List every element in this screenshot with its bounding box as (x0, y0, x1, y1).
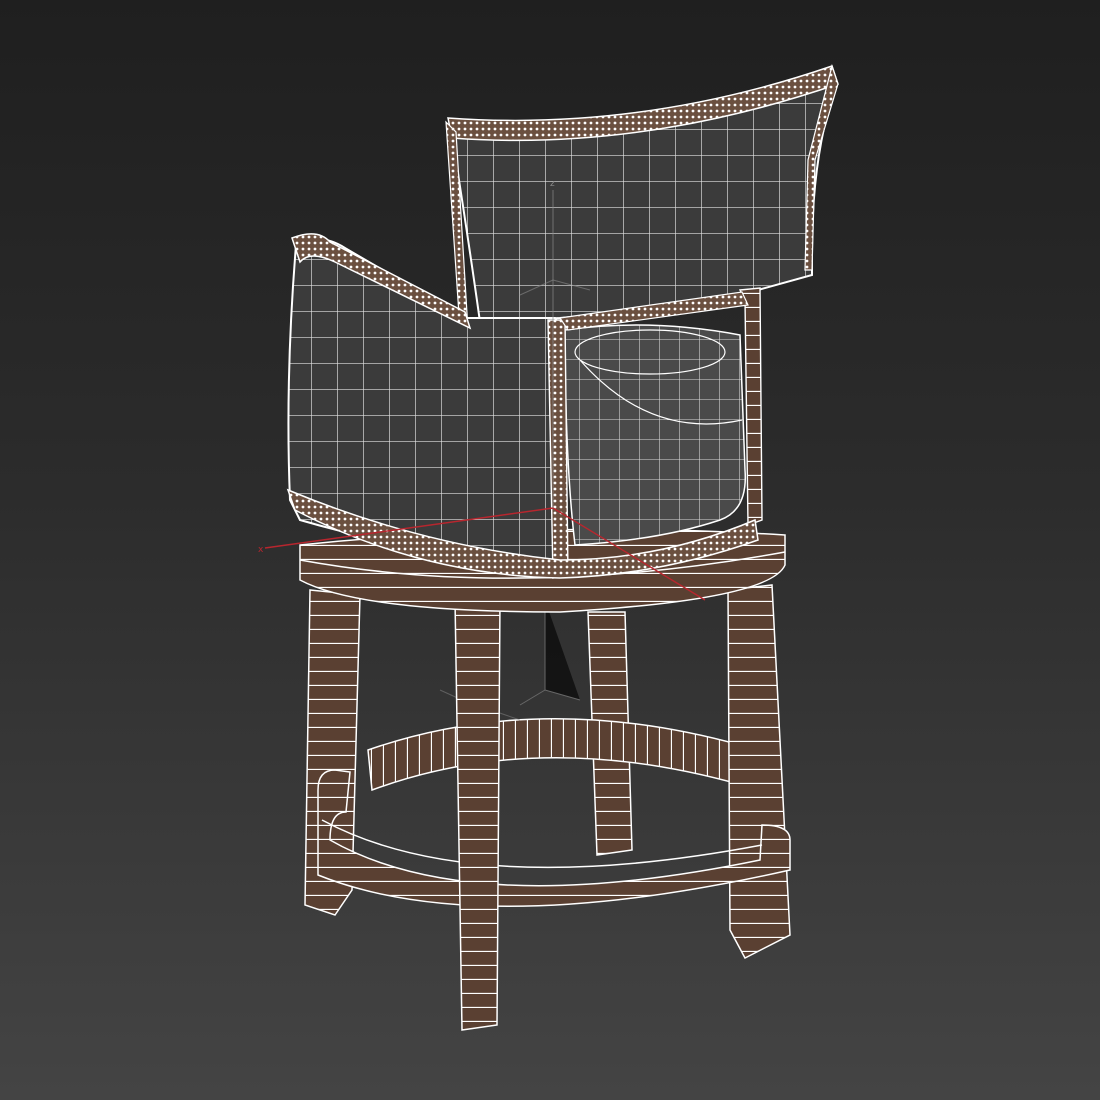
footrest-ring-back (367, 718, 743, 792)
gizmo-x-label: x (258, 545, 264, 555)
3d-viewport[interactable]: x z (0, 0, 1100, 1100)
chair-back-panel (445, 63, 839, 331)
gizmo-z-label: z (550, 179, 555, 189)
seat-cushion (564, 324, 747, 546)
footrest-ring-front (317, 769, 791, 908)
front-center-leg (454, 599, 501, 1031)
front-right-leg (727, 584, 791, 960)
swivel-bar-stool-wireframe-model[interactable]: x z (0, 0, 1100, 1100)
